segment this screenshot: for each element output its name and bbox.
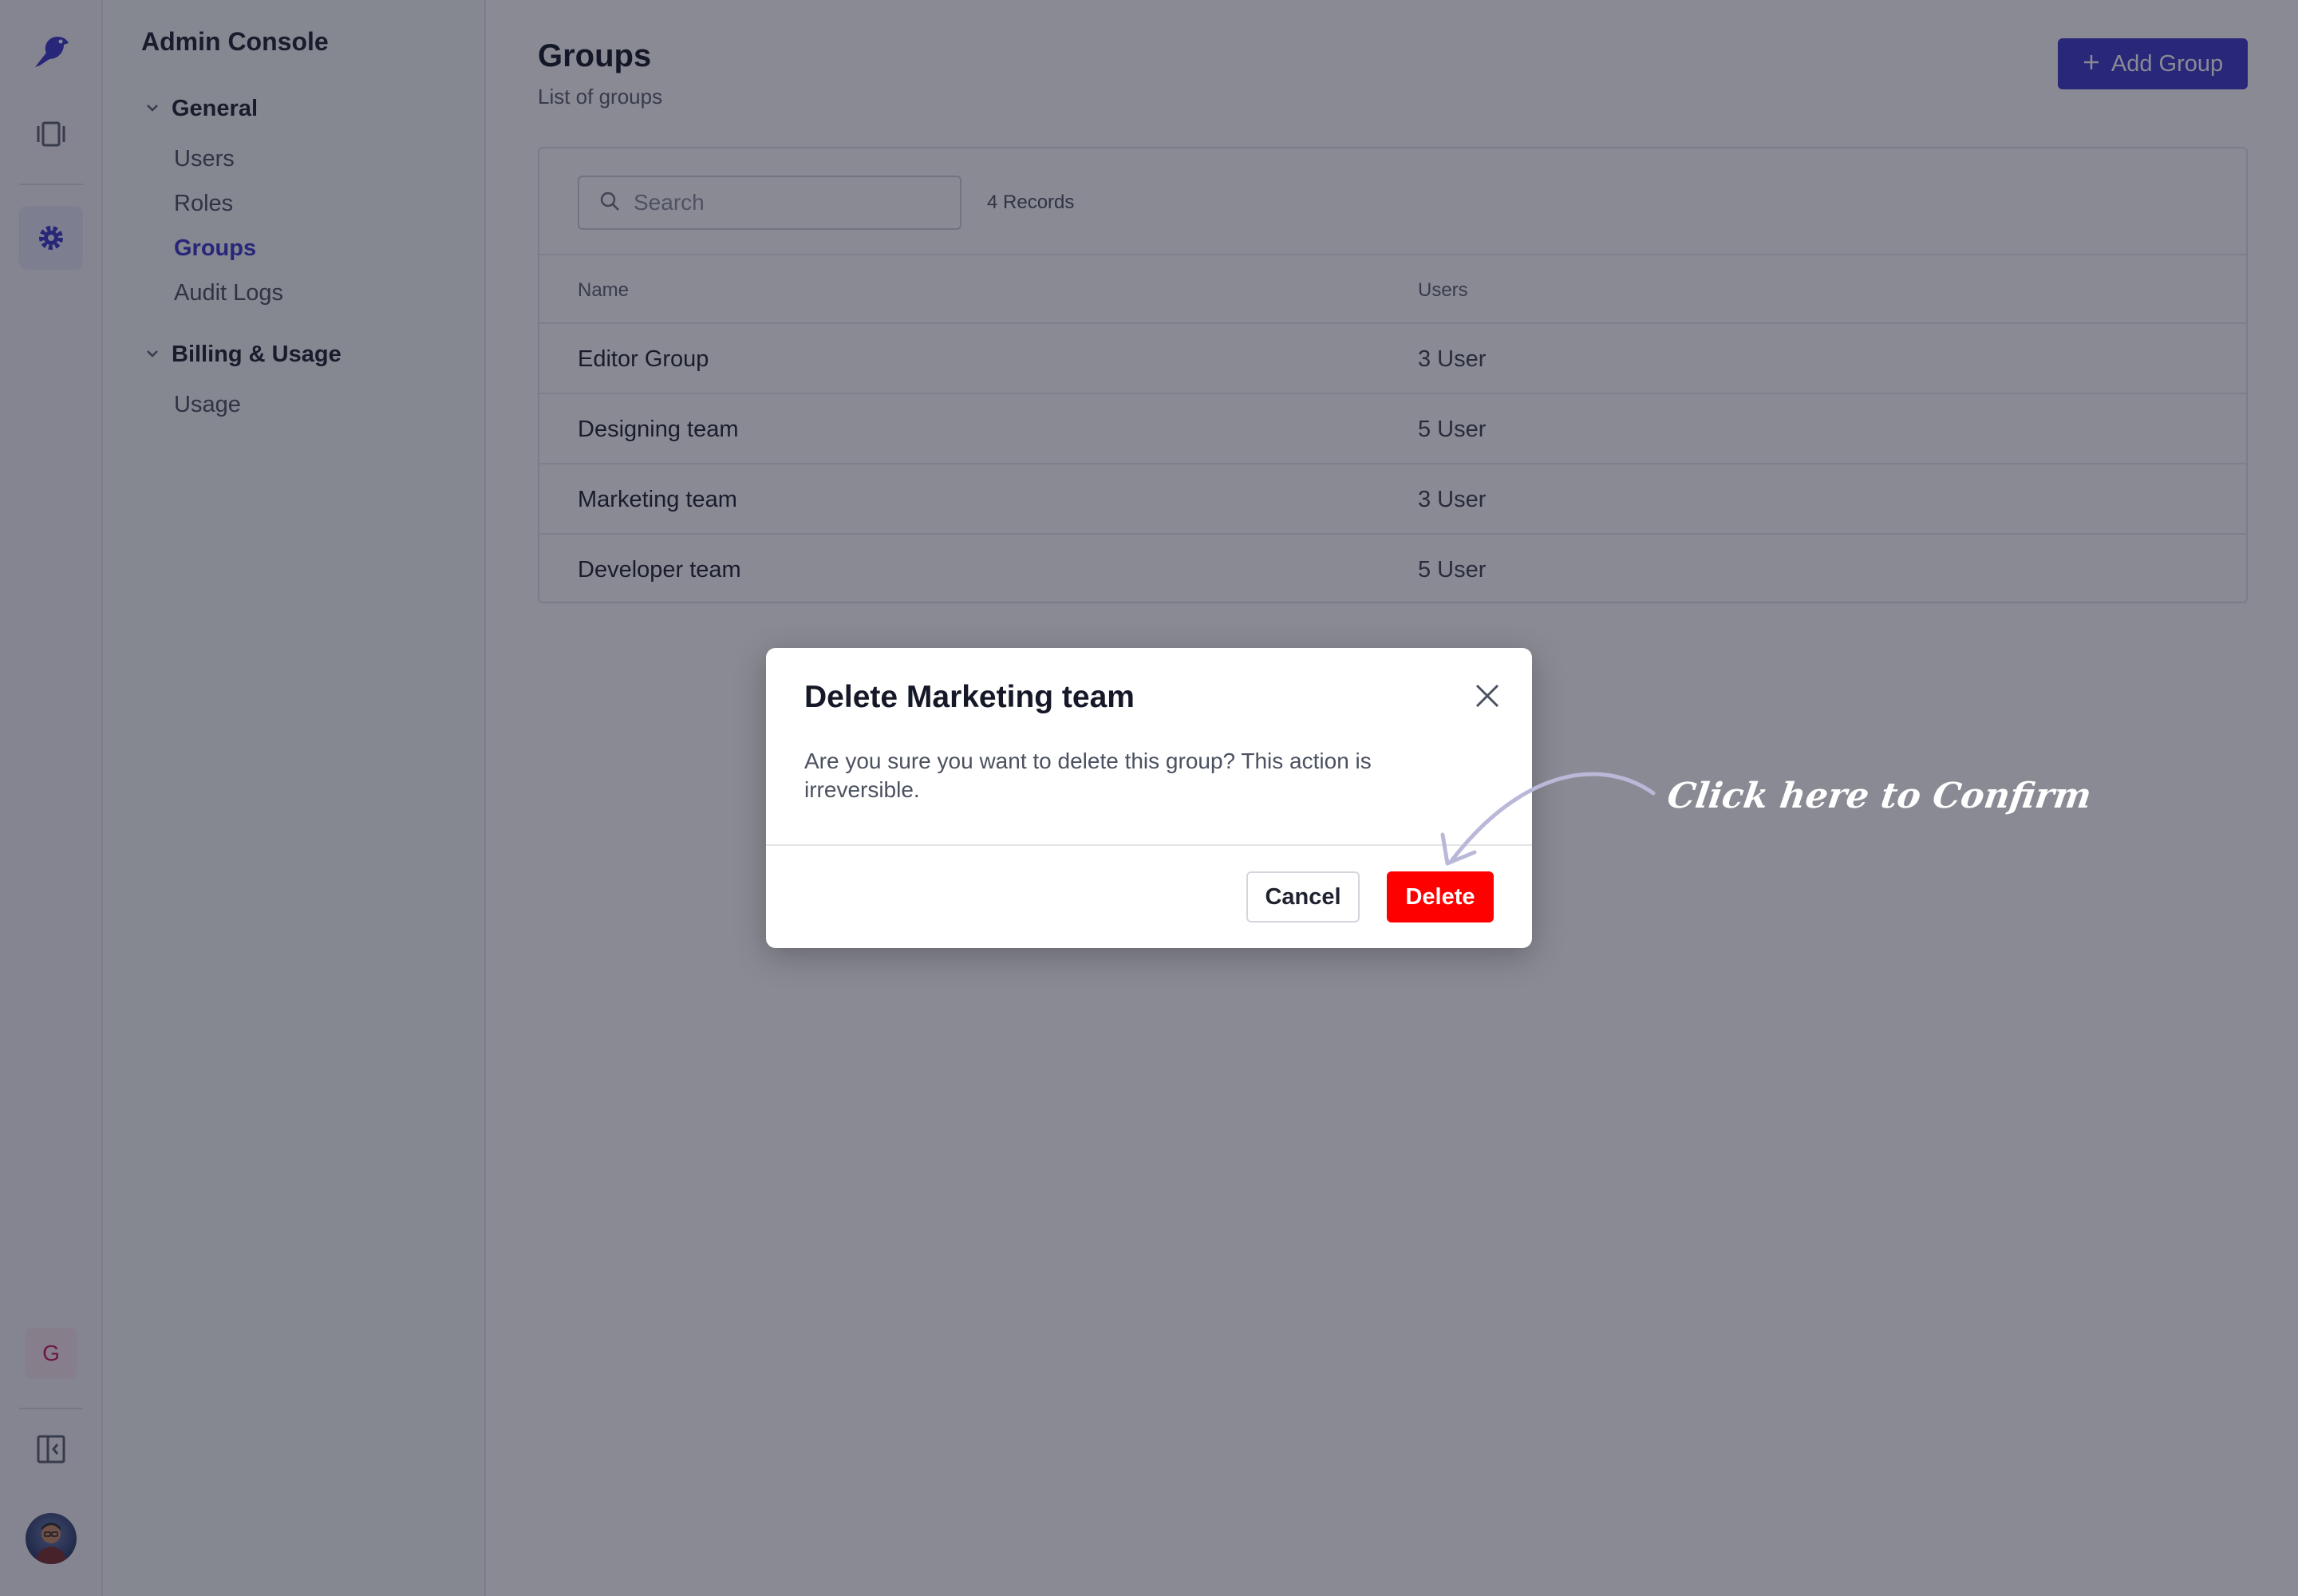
- annotation-arrow-icon: [1440, 772, 1656, 866]
- dialog-message: Are you sure you want to delete this gro…: [804, 749, 1372, 802]
- delete-button[interactable]: Delete: [1387, 871, 1494, 922]
- delete-group-dialog: Delete Marketing team Are you sure you w…: [766, 648, 1532, 948]
- close-icon[interactable]: [1468, 677, 1506, 715]
- dialog-divider: [766, 844, 1532, 846]
- dialog-title: Delete Marketing team: [804, 680, 1135, 714]
- annotation-text: Click here to Confirm: [1664, 776, 2095, 816]
- cancel-button[interactable]: Cancel: [1246, 871, 1360, 922]
